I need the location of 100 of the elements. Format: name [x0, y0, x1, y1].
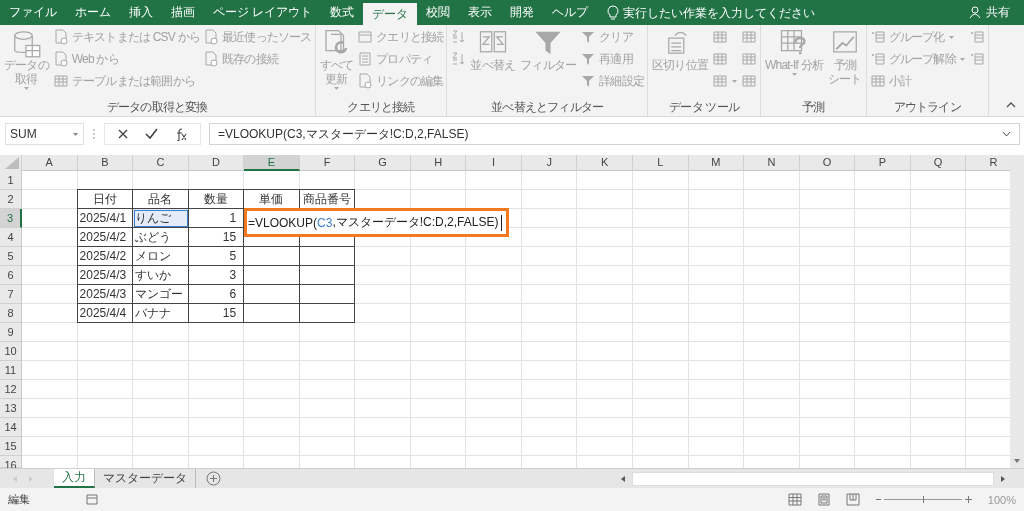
row-header[interactable]: 15	[0, 437, 22, 456]
table-cell: 2025/4/3	[76, 266, 134, 285]
row-header[interactable]: 13	[0, 399, 22, 418]
column-header[interactable]: N	[744, 155, 800, 171]
table-icon	[52, 73, 69, 89]
page-break-icon[interactable]	[845, 493, 860, 506]
left-arrow-icon[interactable]	[620, 474, 626, 483]
group-label: クエリと接続	[346, 100, 416, 116]
name-box[interactable]: SUM	[5, 123, 84, 145]
table-cell: 2025/4/2	[76, 228, 134, 247]
row-header[interactable]: 6	[0, 266, 22, 285]
ribbon-tab[interactable]: 表示	[459, 0, 502, 25]
document-icon	[52, 51, 69, 67]
tell-me-field[interactable]: 実行したい作業を入力してください	[607, 0, 839, 25]
funnel-icon	[580, 29, 597, 45]
cancel-icon[interactable]	[117, 128, 129, 140]
ribbon-tab[interactable]: ヘルプ	[543, 0, 598, 25]
list-icon	[357, 51, 374, 67]
outline-icon	[869, 29, 886, 45]
column-header[interactable]: I	[466, 155, 522, 171]
column-header[interactable]: O	[799, 155, 856, 171]
group-label: 予測	[801, 100, 826, 116]
page-layout-icon[interactable]	[817, 493, 830, 506]
row-header[interactable]: 5	[0, 247, 22, 266]
down-arrow-icon[interactable]	[1013, 458, 1021, 464]
column-header[interactable]: K	[577, 155, 633, 171]
column-header[interactable]: C	[133, 155, 189, 171]
table-cell	[244, 285, 300, 304]
grip-icon	[92, 127, 96, 141]
table-cell: 15	[188, 228, 245, 247]
table-cell: 数量	[188, 189, 245, 209]
share-button[interactable]: 共有	[969, 0, 1024, 25]
row-header[interactable]: 12	[0, 380, 22, 399]
normal-view-icon[interactable]	[787, 493, 802, 506]
row-header[interactable]: 3	[0, 209, 22, 228]
row-header[interactable]: 14	[0, 418, 22, 437]
table-cell: 単価	[244, 189, 300, 209]
row-header[interactable]: 4	[0, 228, 22, 247]
column-header[interactable]: E	[244, 155, 300, 171]
ribbon-tab[interactable]: 校閲	[417, 0, 460, 25]
table-cell	[299, 247, 356, 266]
column-header[interactable]: Q	[910, 155, 967, 171]
ribbon-tab[interactable]: 挿入	[120, 0, 162, 25]
row-header[interactable]: 7	[0, 285, 22, 304]
ribbon-tab[interactable]: 開発	[501, 0, 544, 25]
table-cell: すいか	[133, 266, 189, 285]
row-header[interactable]: 10	[0, 342, 22, 361]
collapse-icon[interactable]	[1006, 101, 1016, 108]
zoom-slider[interactable]	[875, 493, 972, 506]
column-header[interactable]: M	[688, 155, 745, 171]
funnel-icon	[580, 73, 597, 89]
ribbon-tab[interactable]: 数式	[321, 0, 364, 25]
column-header[interactable]: G	[355, 155, 411, 171]
row-header[interactable]: 9	[0, 323, 22, 342]
table-cell: バナナ	[133, 304, 189, 323]
table-cell: ぶどう	[133, 228, 189, 247]
ribbon-tab[interactable]: ページ レイアウト	[204, 0, 322, 25]
table-cell: 2025/4/1	[76, 209, 134, 228]
table-cell: 2025/4/2	[76, 247, 134, 266]
expand-icon[interactable]	[1002, 131, 1011, 137]
ribbon-tab[interactable]: ファイル	[0, 0, 66, 25]
table-cell: マンゴー	[133, 285, 189, 304]
ribbon-tab[interactable]: 描画	[162, 0, 204, 25]
table-cell: 6	[188, 285, 245, 304]
ribbon-tab[interactable]: データ	[363, 3, 418, 25]
ribbon-tab[interactable]: ホーム	[66, 0, 120, 25]
column-header[interactable]: L	[633, 155, 689, 171]
lightbulb-icon	[607, 5, 620, 20]
table-cell: 日付	[76, 189, 134, 209]
row-header[interactable]: 1	[0, 171, 22, 190]
table-cell	[299, 285, 356, 304]
check-icon[interactable]	[145, 128, 158, 140]
column-header[interactable]: A	[22, 155, 78, 171]
table-cell: 2025/4/4	[76, 304, 134, 323]
vertical-scrollbar[interactable]	[1010, 155, 1024, 468]
table-cell: メロン	[133, 247, 189, 266]
column-header[interactable]: B	[77, 155, 134, 171]
column-header[interactable]: P	[855, 155, 911, 171]
row-header[interactable]: 2	[0, 190, 22, 209]
group-label: アウトライン	[892, 100, 962, 116]
column-header[interactable]: H	[410, 155, 467, 171]
macro-record-icon[interactable]	[86, 494, 98, 505]
formula-field[interactable]: =VLOOKUP(C3,マスターデータ!C:D,2,FALSE)	[209, 123, 1020, 145]
window-icon	[357, 29, 374, 45]
select-all-icon[interactable]	[5, 157, 19, 169]
column-header[interactable]: F	[299, 155, 356, 171]
group-label: データの取得と変換	[105, 100, 209, 116]
table-cell	[299, 266, 356, 285]
table-cell: 15	[188, 304, 245, 323]
outline-icon	[968, 51, 985, 67]
table-icon	[869, 73, 886, 89]
add-sheet-icon[interactable]	[206, 471, 221, 486]
table-cell: 5	[188, 247, 245, 266]
function-icon[interactable]	[174, 127, 188, 141]
sheet-tab[interactable]: 入力	[54, 469, 95, 488]
row-header[interactable]: 8	[0, 304, 22, 323]
row-header[interactable]: 11	[0, 361, 22, 380]
table-cell	[299, 304, 356, 323]
column-header[interactable]: J	[521, 155, 578, 171]
right-arrow-icon[interactable]	[1000, 474, 1006, 483]
